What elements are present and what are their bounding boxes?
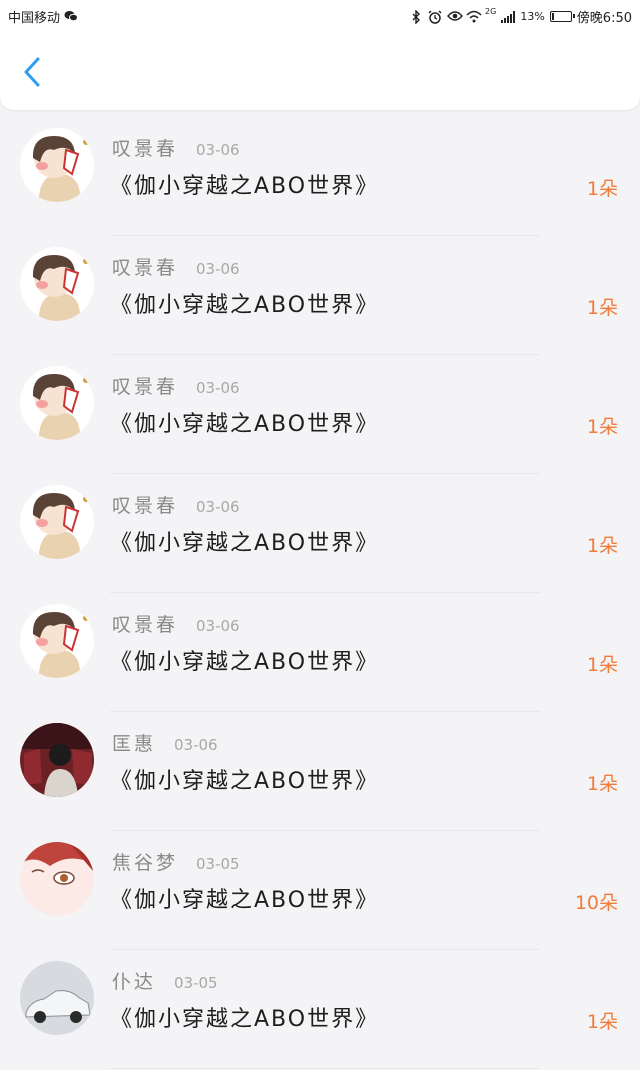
divider bbox=[110, 235, 540, 236]
avatar[interactable] bbox=[20, 485, 94, 559]
divider bbox=[110, 354, 540, 355]
user-name: 仆达 bbox=[112, 971, 157, 993]
signal-icon bbox=[501, 10, 516, 23]
divider bbox=[110, 1068, 540, 1069]
divider bbox=[110, 592, 540, 593]
name-date-line: 仆达 03-05 bbox=[112, 967, 218, 994]
book-title: 《伽小穿越之ABO世界》 bbox=[110, 1007, 380, 1032]
user-name: 叹景春 bbox=[112, 495, 179, 517]
name-date-line: 叹景春 03-06 bbox=[112, 372, 240, 399]
avatar[interactable] bbox=[20, 842, 94, 916]
avatar[interactable] bbox=[20, 604, 94, 678]
book-title: 《伽小穿越之ABO世界》 bbox=[110, 174, 380, 199]
name-date-line: 叹景春 03-06 bbox=[112, 253, 240, 280]
chevron-left-icon bbox=[24, 57, 40, 87]
status-right: 2G 13% 傍晚6:50 bbox=[409, 7, 632, 26]
person-photo-avatar-icon bbox=[20, 723, 94, 797]
user-name: 叹景春 bbox=[112, 257, 179, 279]
record-date: 03-05 bbox=[196, 855, 240, 873]
chibi-boy-avatar-icon bbox=[20, 247, 94, 321]
battery-percent: 13% bbox=[520, 10, 545, 23]
user-name: 叹景春 bbox=[112, 376, 179, 398]
book-title: 《伽小穿越之ABO世界》 bbox=[110, 412, 380, 437]
list-item-6[interactable]: 匡惠 03-06 《伽小穿越之ABO世界》 1朵 bbox=[0, 713, 640, 832]
flower-count: 1朵 bbox=[586, 535, 618, 557]
user-name: 叹景春 bbox=[112, 614, 179, 636]
name-date-line: 叹景春 03-06 bbox=[112, 610, 240, 637]
list-item-8[interactable]: 仆达 03-05 《伽小穿越之ABO世界》 1朵 bbox=[0, 951, 640, 1070]
flower-count: 1朵 bbox=[586, 654, 618, 676]
eye-icon bbox=[447, 10, 463, 24]
book-title: 《伽小穿越之ABO世界》 bbox=[110, 293, 380, 318]
flower-count: 1朵 bbox=[586, 178, 618, 200]
chibi-boy-avatar-icon bbox=[20, 485, 94, 559]
list-item-1[interactable]: 叹景春 03-06 《伽小穿越之ABO世界》 1朵 bbox=[0, 118, 640, 237]
name-date-line: 匡惠 03-06 bbox=[112, 729, 218, 756]
divider bbox=[110, 949, 540, 950]
divider bbox=[110, 473, 540, 474]
status-bar: 中国移动 2G 13% 傍晚6:50 bbox=[0, 0, 640, 30]
flower-count: 1朵 bbox=[586, 1011, 618, 1033]
book-title: 《伽小穿越之ABO世界》 bbox=[110, 650, 380, 675]
clock: 傍晚6:50 bbox=[576, 11, 632, 26]
user-name: 焦谷梦 bbox=[112, 852, 179, 874]
avatar[interactable] bbox=[20, 366, 94, 440]
list-item-2[interactable]: 叹景春 03-06 《伽小穿越之ABO世界》 1朵 bbox=[0, 237, 640, 356]
flower-count: 1朵 bbox=[586, 297, 618, 319]
chibi-boy-avatar-icon bbox=[20, 604, 94, 678]
bluetooth-icon bbox=[409, 8, 423, 25]
record-date: 03-06 bbox=[196, 379, 240, 397]
flower-count: 10朵 bbox=[574, 892, 618, 914]
list-item-5[interactable]: 叹景春 03-06 《伽小穿越之ABO世界》 1朵 bbox=[0, 594, 640, 713]
record-date: 03-06 bbox=[196, 498, 240, 516]
user-name: 叹景春 bbox=[112, 138, 179, 160]
book-title: 《伽小穿越之ABO世界》 bbox=[110, 531, 380, 556]
battery-icon bbox=[549, 11, 575, 22]
chibi-boy-avatar-icon bbox=[20, 366, 94, 440]
name-date-line: 叹景春 03-06 bbox=[112, 134, 240, 161]
record-date: 03-06 bbox=[196, 141, 240, 159]
avatar[interactable] bbox=[20, 247, 94, 321]
divider bbox=[110, 830, 540, 831]
record-date: 03-06 bbox=[196, 260, 240, 278]
list-item-7[interactable]: 焦谷梦 03-05 《伽小穿越之ABO世界》 10朵 bbox=[0, 832, 640, 951]
alarm-icon bbox=[428, 9, 442, 24]
flower-count: 1朵 bbox=[586, 773, 618, 795]
divider bbox=[110, 711, 540, 712]
wechat-icon bbox=[64, 10, 79, 24]
back-button[interactable] bbox=[18, 56, 50, 88]
record-date: 03-06 bbox=[196, 617, 240, 635]
record-date: 03-06 bbox=[174, 736, 218, 754]
anime-face-avatar-icon bbox=[20, 842, 94, 916]
top-nav-bar bbox=[0, 30, 640, 110]
wifi-icon bbox=[466, 10, 482, 24]
carrier-label: 中国移动 bbox=[8, 11, 61, 26]
record-date: 03-05 bbox=[174, 974, 218, 992]
flower-count: 1朵 bbox=[586, 416, 618, 438]
name-date-line: 叹景春 03-06 bbox=[112, 491, 240, 518]
list-item-4[interactable]: 叹景春 03-06 《伽小穿越之ABO世界》 1朵 bbox=[0, 475, 640, 594]
book-title: 《伽小穿越之ABO世界》 bbox=[110, 769, 380, 794]
list-item-3[interactable]: 叹景春 03-06 《伽小穿越之ABO世界》 1朵 bbox=[0, 356, 640, 475]
status-left: 中国移动 bbox=[8, 7, 79, 26]
user-name: 匡惠 bbox=[112, 733, 157, 755]
book-title: 《伽小穿越之ABO世界》 bbox=[110, 888, 380, 913]
gift-record-list: 叹景春 03-06 《伽小穿越之ABO世界》 1朵 叹景春 03-06 《伽小穿… bbox=[0, 118, 640, 1070]
name-date-line: 焦谷梦 03-05 bbox=[112, 848, 240, 875]
avatar[interactable] bbox=[20, 723, 94, 797]
battery-fill bbox=[551, 13, 554, 20]
chibi-boy-avatar-icon bbox=[20, 128, 94, 202]
avatar[interactable] bbox=[20, 128, 94, 202]
network-type-label: 2G bbox=[485, 7, 497, 16]
